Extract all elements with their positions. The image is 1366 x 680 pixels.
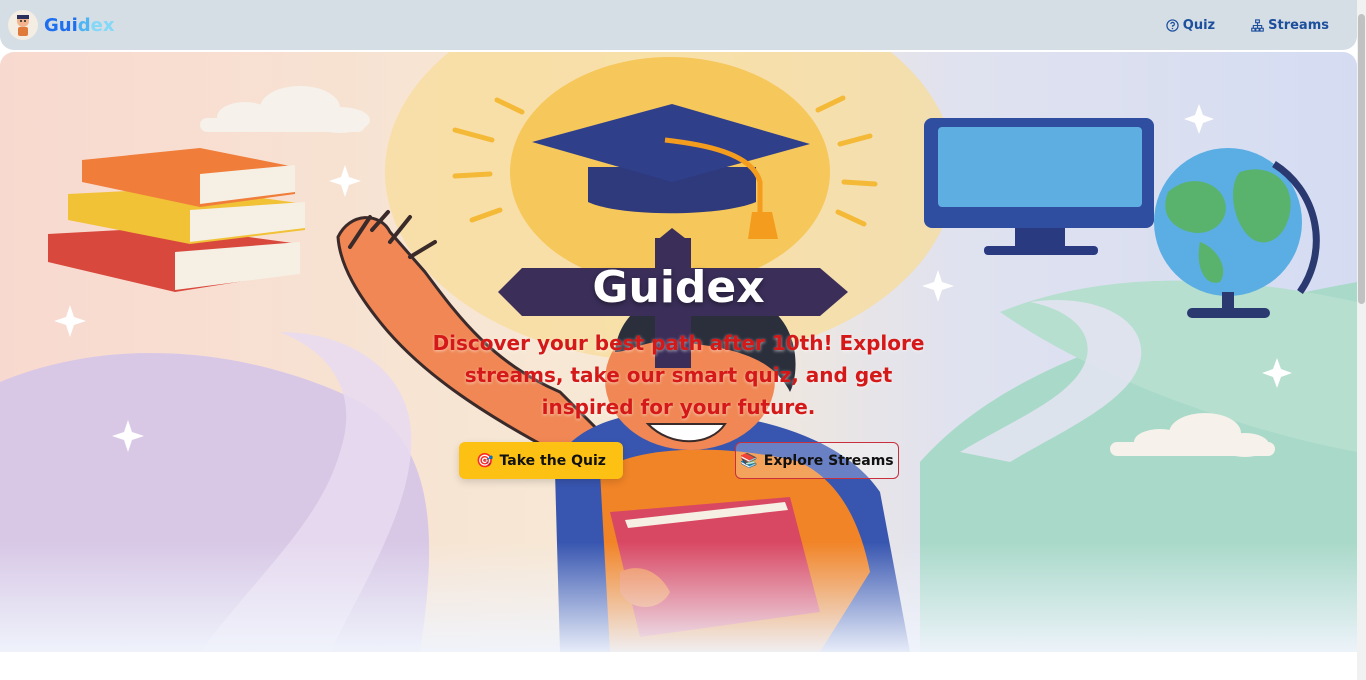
page-scrollbar[interactable] xyxy=(1357,0,1366,680)
sitemap-icon xyxy=(1251,18,1264,32)
brand-name: Guidex xyxy=(44,14,115,36)
mascot-logo-icon xyxy=(8,10,38,40)
take-quiz-button[interactable]: 🎯 Take the Quiz xyxy=(459,442,623,479)
target-icon: 🎯 xyxy=(476,452,494,469)
monitor xyxy=(924,118,1154,255)
nav-streams-label: Streams xyxy=(1268,17,1329,33)
explore-streams-button[interactable]: 📚 Explore Streams xyxy=(735,442,899,479)
top-navbar: Guidex Quiz Streams xyxy=(0,0,1357,50)
hero-section: Guidex Discover your best path after 10t… xyxy=(0,52,1357,652)
scrollbar-thumb[interactable] xyxy=(1358,14,1365,304)
hero-title: Guidex xyxy=(592,262,765,313)
nav-quiz-label: Quiz xyxy=(1182,17,1216,33)
cloud-left xyxy=(200,86,370,133)
brand-link[interactable]: Guidex xyxy=(8,10,114,40)
take-quiz-label: Take the Quiz xyxy=(499,452,606,469)
hero-subtitle: Discover your best path after 10th! Expl… xyxy=(432,331,925,419)
hero-bottom-fade xyxy=(0,542,1357,652)
help-circle-icon xyxy=(1166,18,1179,32)
nav-streams-link[interactable]: Streams xyxy=(1251,18,1329,33)
explore-streams-label: Explore Streams xyxy=(763,452,894,469)
books-icon: 📚 xyxy=(740,452,758,469)
nav-quiz-link[interactable]: Quiz xyxy=(1166,18,1215,33)
nav-links: Quiz Streams xyxy=(1166,18,1329,33)
